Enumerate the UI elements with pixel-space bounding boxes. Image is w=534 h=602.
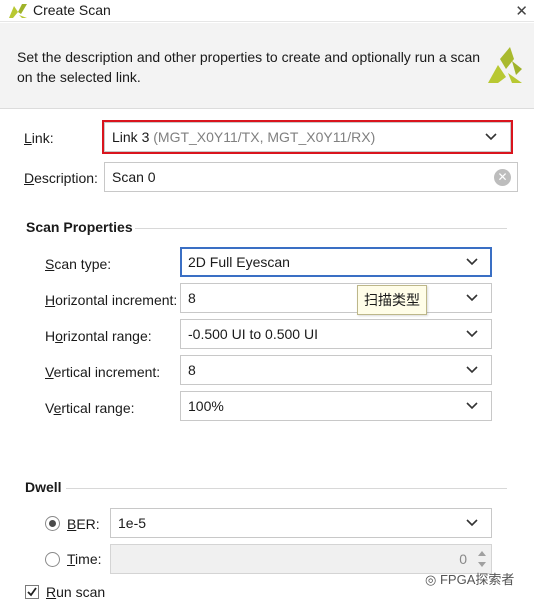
- section-divider: [135, 228, 507, 229]
- dwell-title: Dwell: [25, 479, 62, 495]
- description-input[interactable]: Scan 0 ✕: [104, 162, 518, 192]
- chevron-down-icon: [466, 294, 478, 302]
- description-label: Description:: [24, 170, 98, 186]
- chevron-down-icon: [466, 402, 478, 410]
- section-divider: [66, 488, 507, 489]
- horizontal-increment-select[interactable]: 8: [180, 283, 492, 313]
- vertical-increment-value: 8: [188, 362, 196, 378]
- vivado-logo-icon: [488, 47, 522, 83]
- run-scan-checkbox[interactable]: [25, 585, 39, 599]
- ber-value: 1e-5: [118, 515, 147, 531]
- chevron-down-icon: [466, 519, 478, 527]
- link-highlight-box: [102, 120, 513, 154]
- clear-icon[interactable]: ✕: [494, 169, 511, 186]
- time-radio[interactable]: [45, 552, 60, 567]
- ber-select[interactable]: 1e-5: [110, 508, 492, 538]
- description-value: Scan 0: [112, 169, 156, 185]
- run-scan-label: Run scan: [46, 584, 106, 600]
- watermark: ◎ FPGA探索者: [425, 569, 514, 588]
- link-label: Link:: [24, 130, 54, 146]
- horizontal-range-value: -0.500 UI to 0.500 UI: [188, 326, 318, 342]
- dialog-header: Set the description and other properties…: [0, 23, 534, 109]
- horizontal-range-select[interactable]: -0.500 UI to 0.500 UI: [180, 319, 492, 349]
- close-icon[interactable]: ✕: [515, 2, 528, 20]
- horizontal-range-label: Horizontal range:: [45, 328, 152, 344]
- window-title: Create Scan: [33, 2, 111, 18]
- chevron-down-icon: [466, 258, 478, 266]
- watermark-text: FPGA探索者: [439, 572, 515, 587]
- title-bar: Create Scan ✕: [0, 0, 534, 22]
- horizontal-increment-value: 8: [188, 290, 196, 306]
- vertical-range-value: 100%: [188, 398, 224, 414]
- scan-type-label: Scan type:: [45, 256, 112, 272]
- chevron-down-icon: [466, 366, 478, 374]
- time-label: Time:: [67, 551, 102, 567]
- scan-type-select[interactable]: 2D Full Eyescan: [180, 247, 492, 277]
- time-value: 0: [459, 551, 467, 567]
- vertical-range-select[interactable]: 100%: [180, 391, 492, 421]
- horizontal-increment-label: Horizontal increment:: [45, 292, 178, 308]
- spinner-arrows-icon[interactable]: [477, 547, 487, 571]
- wechat-icon: ◎: [425, 572, 437, 587]
- ber-label: BER:: [67, 516, 100, 532]
- vertical-range-label: Vertical range:: [45, 400, 135, 416]
- ber-radio[interactable]: [45, 516, 60, 531]
- checkmark-icon: [27, 587, 37, 597]
- dialog-description: Set the description and other properties…: [17, 49, 481, 85]
- scan-type-tooltip: 扫描类型: [357, 285, 427, 315]
- scan-type-value: 2D Full Eyescan: [188, 254, 290, 270]
- chevron-down-icon: [466, 330, 478, 338]
- vivado-logo-icon: [9, 4, 27, 18]
- vertical-increment-label: Vertical increment:: [45, 364, 161, 380]
- vertical-increment-select[interactable]: 8: [180, 355, 492, 385]
- scan-properties-title: Scan Properties: [26, 219, 133, 235]
